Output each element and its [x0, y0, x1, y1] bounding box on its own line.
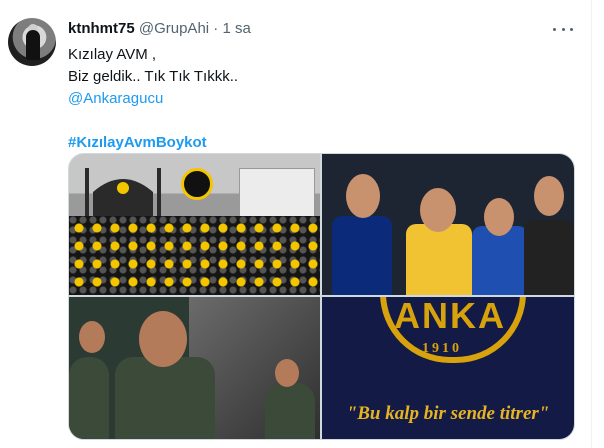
soldier-body — [115, 357, 215, 439]
display-name[interactable]: ktnhmt75 — [68, 20, 135, 37]
media-image-4[interactable]: ANKA 1910 "Bu kalp bir sende titrer" — [322, 297, 574, 439]
tweet-line-1: Kızılay AVM , — [68, 46, 157, 63]
emblem-shape — [181, 168, 213, 200]
fan-body — [406, 224, 472, 295]
soldier-head — [139, 311, 187, 367]
soldier-body — [265, 383, 315, 439]
timestamp[interactable]: 1 sa — [222, 20, 250, 37]
separator-dot: · — [213, 20, 219, 37]
media-grid: ANKA 1910 "Bu kalp bir sende titrer" — [68, 153, 575, 440]
fan-body — [472, 226, 528, 295]
user-handle[interactable]: @GrupAhi — [139, 20, 209, 37]
tweet[interactable]: ktnhmt75 @GrupAhi · 1 sa Kızılay AVM , B… — [0, 0, 592, 448]
hashtag-link[interactable]: #KızılayAvmBoykot — [68, 132, 238, 154]
avm-building — [239, 168, 315, 222]
logo-year: 1910 — [422, 341, 462, 356]
media-image-1[interactable] — [69, 154, 320, 295]
soldier-head — [275, 359, 299, 387]
more-dot — [553, 27, 556, 31]
mention-link[interactable]: @Ankaragucu — [68, 88, 238, 110]
fan-body — [332, 216, 392, 295]
fan-face — [484, 198, 514, 236]
slogan-text: "Bu kalp bir sende titrer" — [346, 403, 550, 424]
avatar-figure — [26, 30, 40, 60]
media-image-3[interactable] — [69, 297, 320, 439]
tweet-line-2: Biz geldik.. Tık Tık Tıkkk.. — [68, 68, 239, 85]
fan-body — [524, 220, 574, 295]
soldier-head — [79, 321, 105, 353]
media-image-2[interactable] — [322, 154, 574, 295]
tweet-text: Kızılay AVM , Biz geldik.. Tık Tık Tıkkk… — [68, 44, 238, 154]
fan-face — [420, 188, 456, 232]
tweet-header: ktnhmt75 @GrupAhi · 1 sa — [68, 19, 251, 39]
fan-face — [346, 174, 380, 218]
fan-face — [534, 176, 564, 216]
more-horizontal-icon[interactable] — [553, 22, 573, 36]
crowd-illustration — [69, 216, 320, 295]
mosque-silhouette — [85, 168, 161, 218]
more-dot — [561, 27, 565, 31]
soldier-body — [69, 357, 109, 439]
avatar[interactable] — [8, 18, 56, 66]
logo-letters: ANKA — [394, 297, 506, 336]
more-dot — [570, 27, 573, 31]
